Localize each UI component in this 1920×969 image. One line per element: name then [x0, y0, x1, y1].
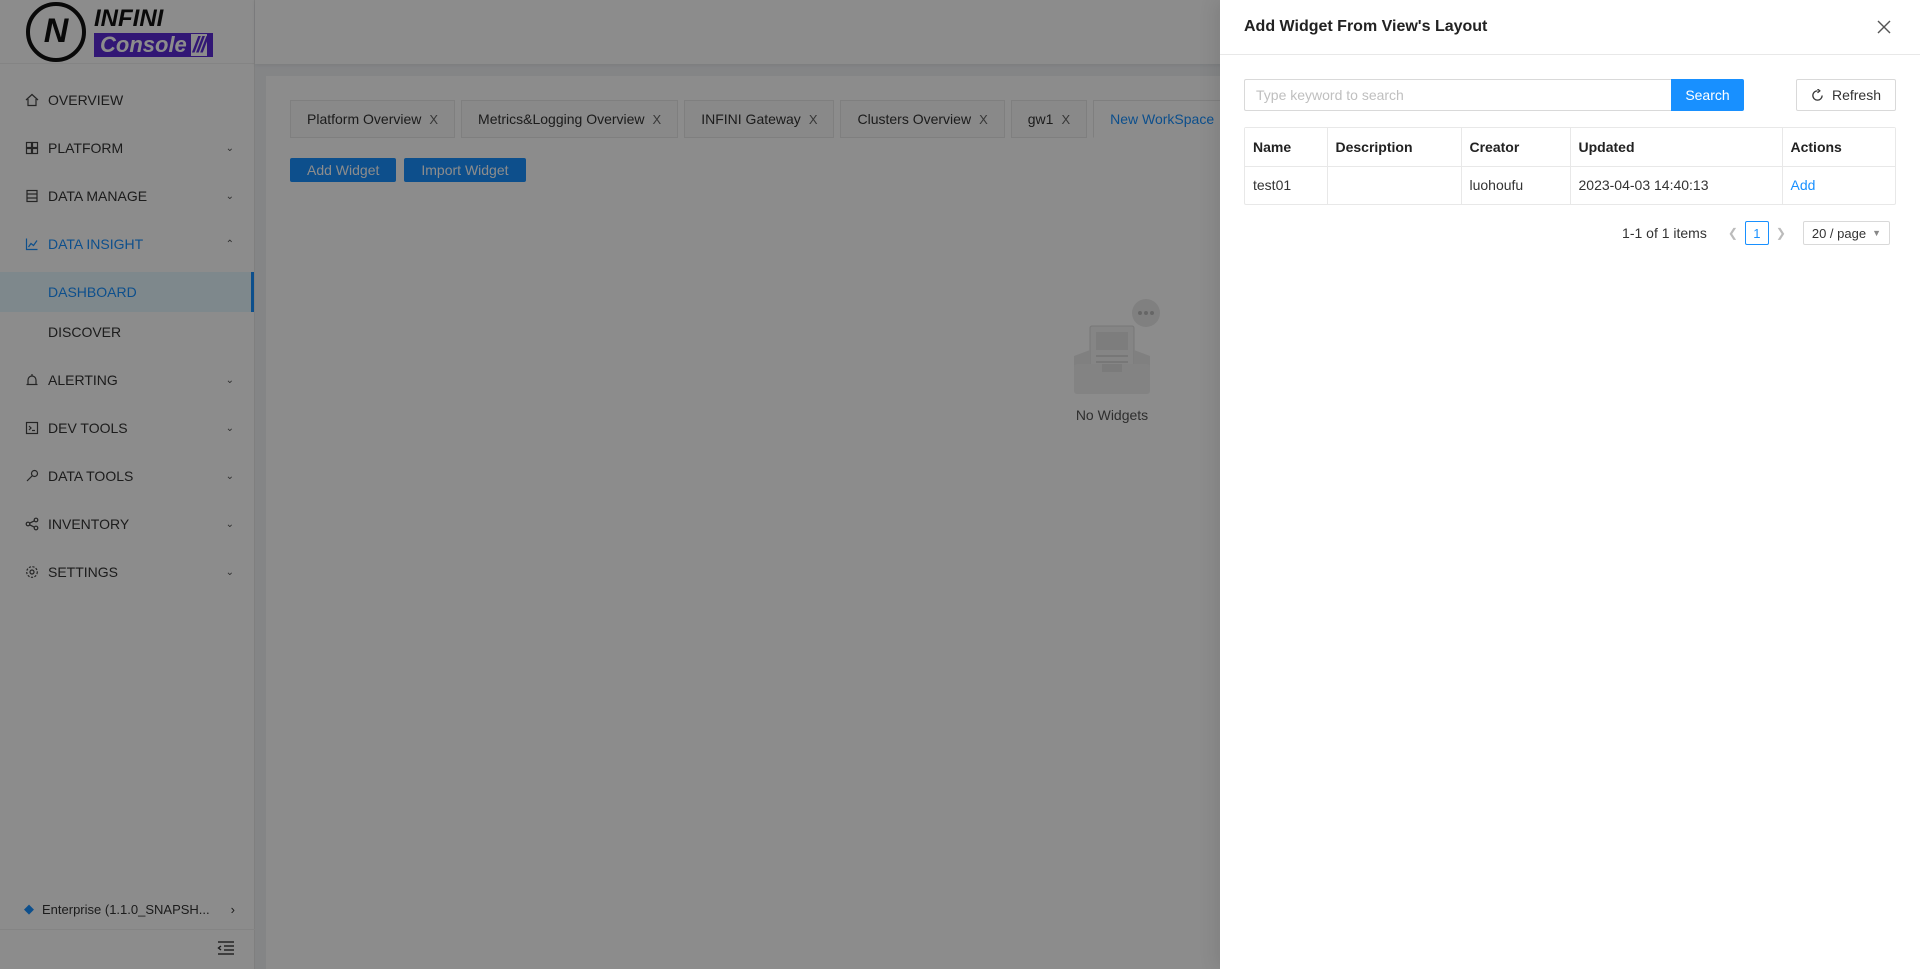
next-page-icon[interactable]: ❯: [1769, 221, 1793, 245]
column-header-name: Name: [1245, 128, 1328, 167]
refresh-button[interactable]: Refresh: [1795, 79, 1896, 111]
cell-creator: luohoufu: [1461, 166, 1571, 204]
pagination-total: 1-1 of 1 items: [1622, 225, 1707, 241]
table-row: test01 luohoufu 2023-04-03 14:40:13 Add: [1245, 166, 1895, 204]
cell-name: test01: [1245, 166, 1328, 204]
drawer-title: Add Widget From View's Layout: [1244, 18, 1488, 35]
chevron-down-icon: ▼: [1872, 228, 1881, 238]
prev-page-icon[interactable]: ❮: [1721, 221, 1745, 245]
column-header-updated: Updated: [1570, 128, 1783, 167]
table-header-row: Name Description Creator Updated Actions: [1245, 128, 1895, 167]
reload-icon: [1811, 88, 1824, 102]
column-header-creator: Creator: [1461, 128, 1571, 167]
page-number[interactable]: 1: [1744, 221, 1769, 245]
close-icon: [1877, 20, 1891, 34]
cell-updated: 2023-04-03 14:40:13: [1570, 166, 1783, 204]
column-header-actions: Actions: [1782, 128, 1895, 167]
pagination: 1-1 of 1 items ❮ 1 ❯ 20 / page ▼: [1244, 221, 1896, 245]
column-header-description: Description: [1327, 128, 1462, 167]
layout-table: Name Description Creator Updated Actions…: [1244, 127, 1896, 205]
page-size-select[interactable]: 20 / page ▼: [1802, 221, 1890, 245]
close-button[interactable]: [1872, 15, 1896, 39]
search-input[interactable]: [1244, 79, 1671, 111]
add-link[interactable]: Add: [1791, 177, 1816, 193]
search-button[interactable]: Search: [1671, 79, 1744, 111]
add-widget-drawer: Add Widget From View's Layout Search Ref…: [1220, 0, 1920, 969]
cell-description: [1327, 166, 1462, 204]
